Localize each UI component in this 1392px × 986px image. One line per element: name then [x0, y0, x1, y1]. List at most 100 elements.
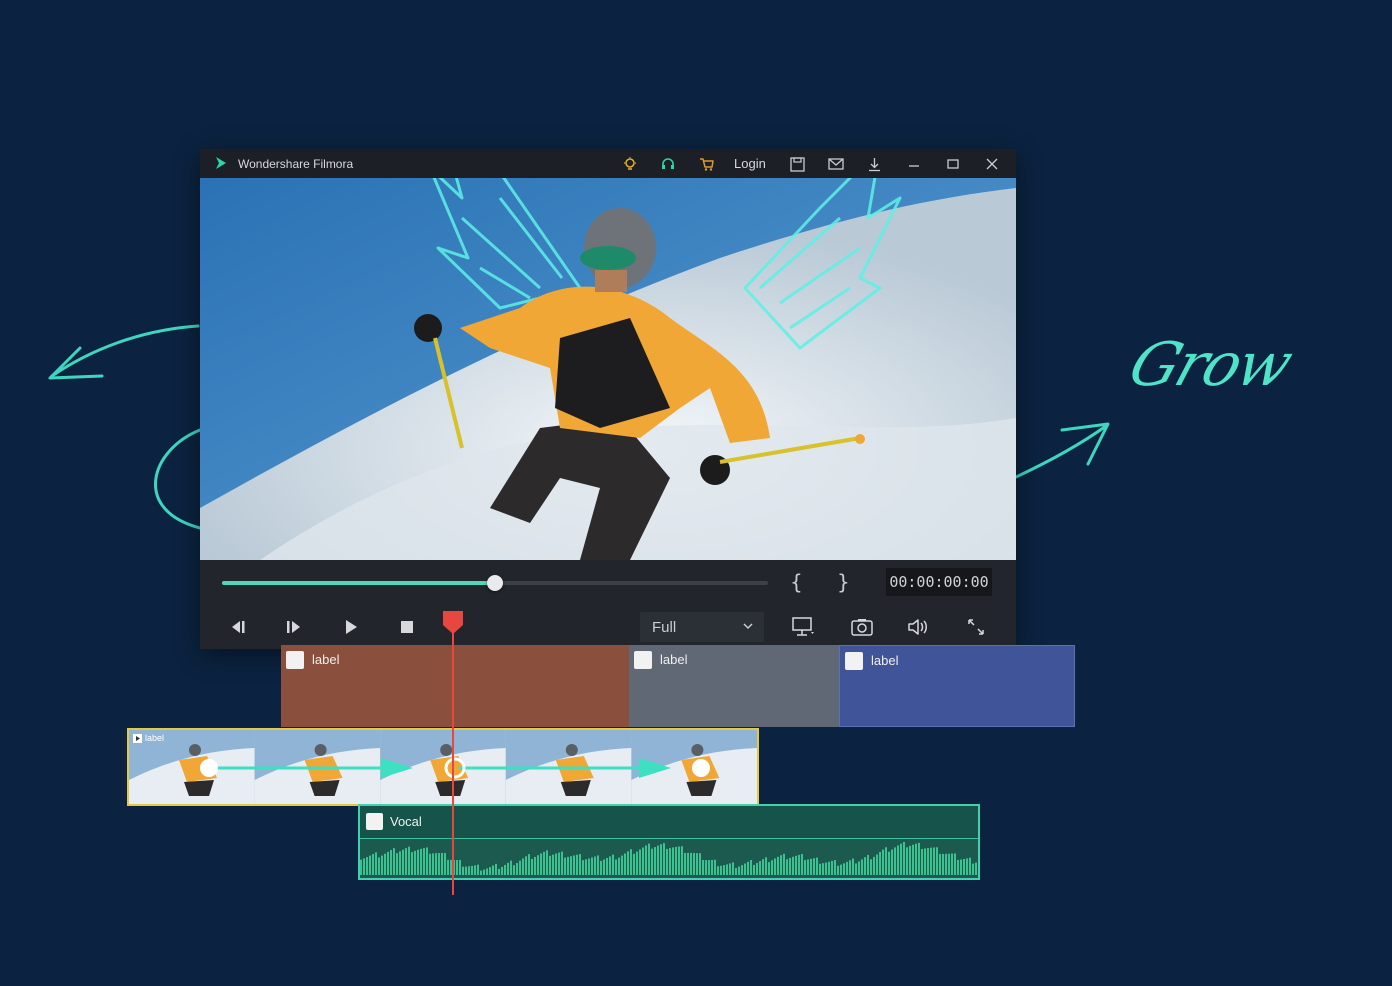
- volume-icon[interactable]: [906, 614, 932, 640]
- waveform-bar: [498, 868, 500, 875]
- waveform-bar: [546, 850, 548, 875]
- waveform-bar: [747, 861, 749, 875]
- mark-in-button[interactable]: {: [790, 570, 803, 594]
- waveform-bar: [609, 856, 611, 875]
- minimize-icon[interactable]: [904, 154, 924, 174]
- waveform-bar: [954, 853, 956, 875]
- title-bar: Wondershare Filmora Login: [200, 149, 1016, 178]
- waveform-bar: [471, 865, 473, 875]
- waveform-bar: [783, 853, 785, 875]
- waveform-bar: [414, 850, 416, 875]
- waveform-bar: [714, 859, 716, 875]
- waveform-bar: [588, 858, 590, 875]
- title-clip-label: label: [660, 652, 688, 667]
- login-link[interactable]: Login: [734, 156, 766, 171]
- waveform-bar: [378, 857, 380, 875]
- progress-knob[interactable]: [487, 575, 503, 591]
- waveform-bar: [366, 857, 368, 875]
- waveform-bar: [840, 864, 842, 875]
- waveform-bar: [687, 852, 689, 875]
- waveform-bar: [834, 860, 836, 875]
- maximize-icon[interactable]: [943, 154, 963, 174]
- waveform-bar: [804, 860, 806, 875]
- mail-icon[interactable]: [826, 154, 846, 174]
- waveform-bar: [960, 859, 962, 875]
- waveform-bar: [744, 863, 746, 875]
- video-clip[interactable]: label: [127, 728, 759, 806]
- waveform-bar: [879, 852, 881, 875]
- mark-out-button[interactable]: }: [837, 570, 850, 594]
- previous-frame-icon[interactable]: [224, 614, 250, 640]
- waveform-bar: [846, 861, 848, 875]
- display-settings-icon[interactable]: [791, 614, 817, 640]
- fullscreen-expand-icon[interactable]: [963, 614, 989, 640]
- timecode-display: 00:00:00:00: [886, 568, 992, 596]
- waveform-bar: [729, 863, 731, 875]
- waveform-bar: [411, 852, 413, 875]
- waveform-bar: [648, 843, 650, 875]
- waveform-bar: [825, 862, 827, 875]
- cart-icon[interactable]: [697, 154, 717, 174]
- waveform-bar: [399, 851, 401, 875]
- quality-select[interactable]: Full: [640, 612, 764, 642]
- waveform-bar: [684, 852, 686, 875]
- waveform-bar: [573, 855, 575, 875]
- playback-controls-row: Full: [200, 604, 1016, 649]
- playback-progress-bar[interactable]: [222, 575, 768, 591]
- idea-bulb-icon[interactable]: [620, 154, 640, 174]
- title-clip[interactable]: label: [839, 645, 1075, 727]
- waveform-bar: [909, 845, 911, 875]
- waveform-bar: [447, 859, 449, 875]
- waveform-bar: [966, 858, 968, 875]
- waveform-bar: [771, 860, 773, 875]
- waveform-bar: [798, 854, 800, 875]
- save-icon[interactable]: [787, 154, 807, 174]
- waveform-bar: [711, 859, 713, 875]
- waveform-bar: [708, 860, 710, 875]
- waveform-bar: [405, 848, 407, 875]
- waveform-bar: [435, 853, 437, 875]
- headset-support-icon[interactable]: [658, 154, 678, 174]
- waveform-bar: [456, 860, 458, 875]
- title-clip[interactable]: label: [629, 645, 839, 727]
- video-preview[interactable]: [200, 178, 1016, 560]
- waveform-bar: [867, 854, 869, 875]
- filmora-logo-icon: [216, 157, 226, 169]
- snapshot-camera-icon[interactable]: [849, 614, 875, 640]
- play-icon[interactable]: [338, 614, 364, 640]
- waveform-bar: [795, 855, 797, 875]
- waveform-bar: [579, 854, 581, 875]
- playhead-handle[interactable]: [441, 609, 465, 635]
- waveform-bar: [459, 860, 461, 875]
- filmora-window: Wondershare Filmora Login {} 00:00:00:0…: [200, 149, 1016, 649]
- waveform-bar: [822, 863, 824, 875]
- waveform-bar: [885, 847, 887, 875]
- waveform-bar: [528, 854, 530, 875]
- waveform-bar: [738, 866, 740, 875]
- close-icon[interactable]: [982, 154, 1002, 174]
- waveform-bar: [492, 865, 494, 875]
- waveform-bar: [810, 858, 812, 875]
- waveform-bar: [660, 844, 662, 875]
- waveform-bar: [561, 851, 563, 875]
- waveform-bar: [594, 856, 596, 875]
- waveform-bar: [672, 847, 674, 875]
- waveform-bar: [360, 859, 362, 875]
- waveform-bar: [483, 869, 485, 875]
- waveform-bar: [477, 864, 479, 875]
- waveform-bar: [363, 858, 365, 875]
- waveform-bar: [606, 858, 608, 875]
- waveform-bar: [924, 848, 926, 875]
- download-icon[interactable]: [864, 154, 884, 174]
- waveform-bar: [510, 860, 512, 875]
- waveform-bar: [894, 847, 896, 875]
- waveform-bar: [621, 855, 623, 875]
- waveform-bar: [786, 859, 788, 875]
- title-clip[interactable]: label: [281, 645, 629, 727]
- next-frame-icon[interactable]: [281, 614, 307, 640]
- stop-icon[interactable]: [394, 614, 420, 640]
- waveform-bar: [741, 865, 743, 875]
- waveform-bar: [624, 853, 626, 875]
- waveform-bar: [657, 845, 659, 875]
- waveform-bar: [552, 854, 554, 875]
